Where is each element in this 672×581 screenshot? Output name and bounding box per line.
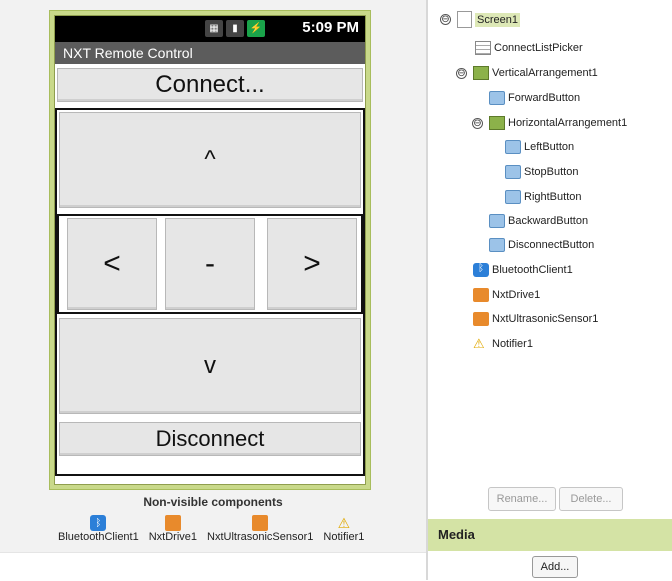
horizontal-arrangement[interactable]: < - > [57,214,363,314]
tree-node-label: HorizontalArrangement1 [508,117,628,129]
collapse-toggle-icon[interactable]: ⊖ [472,117,483,129]
components-panel: ⊖ Screen1 ConnectListPicker ⊖ VerticalAr… [428,0,672,580]
right-button[interactable]: > [267,218,357,310]
button-icon [489,238,505,252]
nonvisible-label: NxtDrive1 [148,531,198,543]
nonvisible-item[interactable]: ᛒ BluetoothClient1 [58,515,139,543]
app-title-bar: NXT Remote Control [55,42,365,64]
nxt-icon [164,515,181,531]
tree-node-label: Screen1 [475,12,520,27]
tree-node-label: NxtUltrasonicSensor1 [492,313,599,325]
nonvisible-item[interactable]: NxtDrive1 [149,515,197,543]
nonvisible-label: BluetoothClient1 [58,531,139,543]
backward-button[interactable]: v [59,318,361,414]
tree-node-label: StopButton [524,166,579,178]
media-header: Media [428,519,672,551]
nonvisible-label: Notifier1 [323,531,365,543]
viewer-panel: ▦ ▮ ⚡ 5:09 PM NXT Remote Control Connect… [0,0,426,581]
tree-node-verticalarrangement1[interactable]: ⊖ VerticalArrangement1 [456,66,598,80]
tree-node-notifier1[interactable]: ⚠ Notifier1 [473,337,533,351]
button-icon [505,165,521,179]
collapse-toggle-icon[interactable]: ⊖ [440,14,451,25]
tree-node-label: Notifier1 [492,338,533,350]
signal-icon: ▮ [226,20,244,37]
horizontal-arrangement-icon [489,116,505,130]
vertical-arrangement[interactable]: ^ < - > v Disconnect [55,108,365,476]
nxt-icon [473,288,489,302]
tree-node-stopbutton[interactable]: StopButton [505,165,578,179]
button-icon [489,214,505,228]
bluetooth-icon: ᛒ [90,515,107,531]
left-button[interactable]: < [67,218,157,310]
nonvisible-label: NxtUltrasonicSensor1 [207,531,314,543]
tree-node-label: ConnectListPicker [494,42,583,54]
vertical-arrangement-icon [473,66,489,80]
nxt-icon [252,515,269,531]
tree-node-label: NxtDrive1 [492,289,541,301]
delete-button[interactable]: Delete... [559,487,623,511]
nonvisible-item[interactable]: NxtUltrasonicSensor1 [207,515,313,543]
disconnect-button[interactable]: Disconnect [59,422,361,456]
tree-node-leftbutton[interactable]: LeftButton [505,140,574,154]
nonvisible-title: Non-visible components [143,495,283,509]
phone-preview-frame: ▦ ▮ ⚡ 5:09 PM NXT Remote Control Connect… [49,10,371,490]
tree-node-horizontalarrangement1[interactable]: ⊖ HorizontalArrangement1 [472,116,627,130]
tree-node-backwardbutton[interactable]: BackwardButton [489,214,588,228]
button-icon [505,190,521,204]
connect-button[interactable]: Connect... [57,68,363,102]
warning-icon: ⚠ [337,514,351,531]
tree-node-label: ForwardButton [508,92,581,104]
button-icon [505,140,521,154]
bluetooth-icon: ᛒ [473,263,489,277]
nxt-icon [473,312,489,326]
collapse-toggle-icon[interactable]: ⊖ [456,67,467,79]
tree-node-label: RightButton [524,191,582,203]
tree-node-rightbutton[interactable]: RightButton [505,190,581,204]
viewer-bottom-strip [0,552,426,581]
listpicker-icon [475,41,491,55]
nonvisible-item[interactable]: ⚠ Notifier1 [323,514,365,544]
tree-node-disconnectbutton[interactable]: DisconnectButton [489,238,594,252]
nonvisible-list: ᛒ BluetoothClient1 NxtDrive1 NxtUltrason… [58,514,365,544]
tree-node-label: LeftButton [524,141,575,153]
tree-node-label: VerticalArrangement1 [492,67,598,79]
tree-node-nxtultrasonicsensor1[interactable]: NxtUltrasonicSensor1 [473,312,598,326]
rename-button[interactable]: Rename... [488,487,556,511]
screen-icon [457,11,472,28]
tree-node-label: DisconnectButton [508,239,595,251]
warning-icon: ⚠ [473,336,485,351]
tree-node-forwardbutton[interactable]: ForwardButton [489,91,580,105]
button-icon [489,91,505,105]
forward-button[interactable]: ^ [59,112,361,208]
tree-node-bluetoothclient1[interactable]: ᛒ BluetoothClient1 [473,263,573,277]
battery-icon: ⚡ [247,20,265,37]
sim-icon: ▦ [205,20,223,37]
status-time: 5:09 PM [302,19,359,36]
stop-button[interactable]: - [165,218,255,310]
tree-node-label: BackwardButton [508,215,589,227]
tree-node-screen1[interactable]: ⊖ Screen1 [440,11,520,28]
add-media-button[interactable]: Add... [532,556,578,578]
tree-node-label: BluetoothClient1 [492,264,573,276]
phone-screen: ▦ ▮ ⚡ 5:09 PM NXT Remote Control Connect… [54,15,366,485]
tree-node-nxtdrive1[interactable]: NxtDrive1 [473,288,540,302]
tree-node-connectlistpicker[interactable]: ConnectListPicker [475,41,583,55]
status-bar: ▦ ▮ ⚡ 5:09 PM [55,16,365,42]
